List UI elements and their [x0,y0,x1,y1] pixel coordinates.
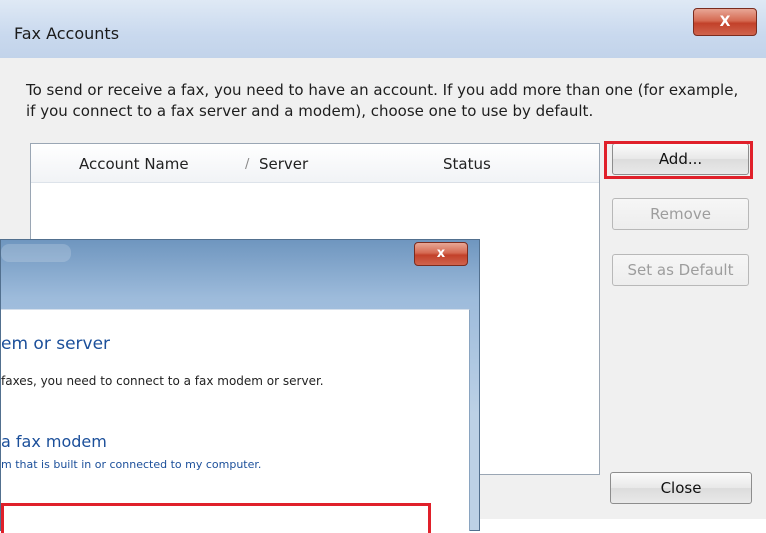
column-header-server[interactable]: Server [259,155,308,173]
remove-button[interactable]: Remove [612,198,749,230]
column-header-status[interactable]: Status [443,155,491,173]
option-fax-modem-title[interactable]: a fax modem [1,432,107,451]
dialog-title: Fax Accounts [14,24,120,43]
close-window-button[interactable]: X [693,8,757,36]
list-header: Account Name / Server Status [31,144,599,183]
sort-indicator-icon: / [245,157,250,172]
title-bar: Fax Accounts X [0,0,766,58]
fax-setup-content: em or server faxes, you need to connect … [1,309,470,531]
option-fax-modem-description[interactable]: m that is built in or connected to my co… [1,458,261,471]
title-bar-glass [1,244,71,262]
set-as-default-button[interactable]: Set as Default [612,254,749,286]
add-button-highlight [604,141,753,179]
fax-setup-dialog: x em or server faxes, you need to connec… [0,239,480,533]
close-button[interactable]: Close [610,472,752,504]
fax-setup-close-button[interactable]: x [414,242,468,266]
description-text: To send or receive a fax, you need to ha… [26,81,739,120]
option-fax-server-highlight[interactable] [1,503,431,533]
column-header-account-name[interactable]: Account Name [79,155,189,173]
setup-heading: em or server [1,334,111,354]
setup-intro-text: faxes, you need to connect to a fax mode… [1,374,324,388]
